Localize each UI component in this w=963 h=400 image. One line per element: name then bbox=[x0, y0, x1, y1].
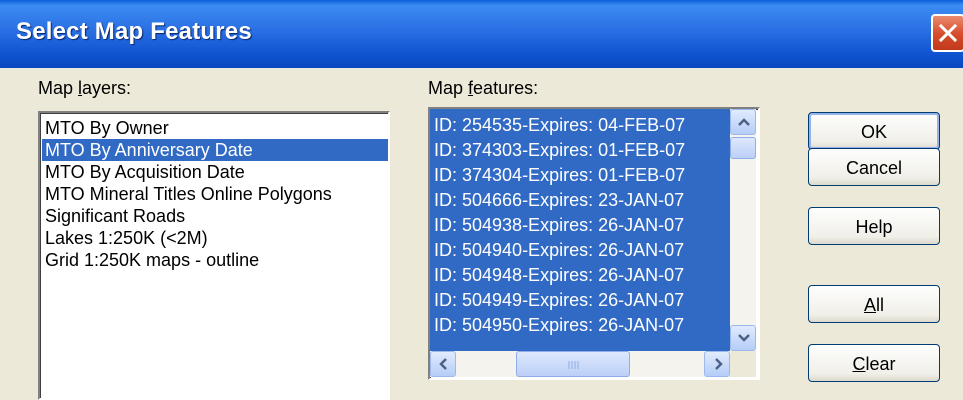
chevron-right-icon bbox=[715, 358, 723, 370]
scroll-up-button[interactable] bbox=[730, 109, 756, 135]
layer-item[interactable]: MTO Mineral Titles Online Polygons bbox=[42, 183, 388, 205]
close-icon bbox=[939, 24, 957, 42]
close-button[interactable] bbox=[931, 14, 963, 52]
layer-item[interactable]: MTO By Acquisition Date bbox=[42, 161, 388, 183]
horizontal-scrollbar[interactable] bbox=[430, 351, 730, 377]
feature-item[interactable]: ID: 374304-Expires: 01-FEB-07 bbox=[430, 163, 730, 188]
layer-item[interactable]: Significant Roads bbox=[42, 205, 388, 227]
vertical-scrollbar[interactable] bbox=[730, 109, 756, 351]
layer-item[interactable]: MTO By Owner bbox=[42, 117, 388, 139]
vertical-scroll-thumb[interactable] bbox=[730, 137, 756, 159]
grip-icon bbox=[568, 361, 579, 369]
chevron-left-icon bbox=[439, 358, 447, 370]
feature-item[interactable]: ID: 504938-Expires: 26-JAN-07 bbox=[430, 213, 730, 238]
feature-item[interactable]: ID: 504948-Expires: 26-JAN-07 bbox=[430, 263, 730, 288]
scroll-down-button[interactable] bbox=[730, 325, 756, 351]
layer-item[interactable]: Lakes 1:250K (<2M) bbox=[42, 227, 388, 249]
title-bar[interactable]: Select Map Features bbox=[0, 0, 963, 68]
all-button[interactable]: All bbox=[808, 285, 940, 323]
all-label: All bbox=[863, 295, 884, 315]
chevron-down-icon bbox=[738, 334, 750, 342]
layer-item[interactable]: MTO By Anniversary Date bbox=[42, 139, 388, 161]
map-layers-listbox[interactable]: MTO By Owner MTO By Anniversary Date MTO B… bbox=[38, 111, 390, 400]
ok-button[interactable]: OK bbox=[808, 112, 940, 150]
scroll-right-button[interactable] bbox=[704, 351, 730, 377]
clear-label: Clear bbox=[852, 354, 896, 374]
layer-item[interactable]: Grid 1:250K maps - outline bbox=[42, 249, 388, 271]
clear-button[interactable]: Clear bbox=[808, 344, 940, 382]
feature-item[interactable]: ID: 374303-Expires: 01-FEB-07 bbox=[430, 138, 730, 163]
scrollbar-corner bbox=[730, 351, 756, 377]
chevron-up-icon bbox=[738, 118, 750, 126]
map-layers-label: Map layers: bbox=[38, 78, 132, 98]
feature-item[interactable]: ID: 504949-Expires: 26-JAN-07 bbox=[430, 288, 730, 313]
map-features-label: Map features: bbox=[428, 78, 539, 98]
feature-item[interactable]: ID: 254535-Expires: 04-FEB-07 bbox=[430, 113, 730, 138]
map-features-items[interactable]: ID: 254535-Expires: 04-FEB-07 ID: 374303-… bbox=[430, 109, 730, 355]
feature-item[interactable]: ID: 504940-Expires: 26-JAN-07 bbox=[430, 238, 730, 263]
map-features-listbox[interactable]: ID: 254535-Expires: 04-FEB-07 ID: 374303-… bbox=[428, 107, 760, 380]
cancel-button[interactable]: Cancel bbox=[808, 148, 940, 186]
horizontal-scroll-thumb[interactable] bbox=[516, 351, 630, 377]
window-title: Select Map Features bbox=[16, 18, 252, 45]
feature-item[interactable]: ID: 504666-Expires: 23-JAN-07 bbox=[430, 188, 730, 213]
feature-item[interactable]: ID: 504950-Expires: 26-JAN-07 bbox=[430, 313, 730, 338]
help-button[interactable]: Help bbox=[808, 207, 940, 245]
scroll-left-button[interactable] bbox=[430, 351, 456, 377]
